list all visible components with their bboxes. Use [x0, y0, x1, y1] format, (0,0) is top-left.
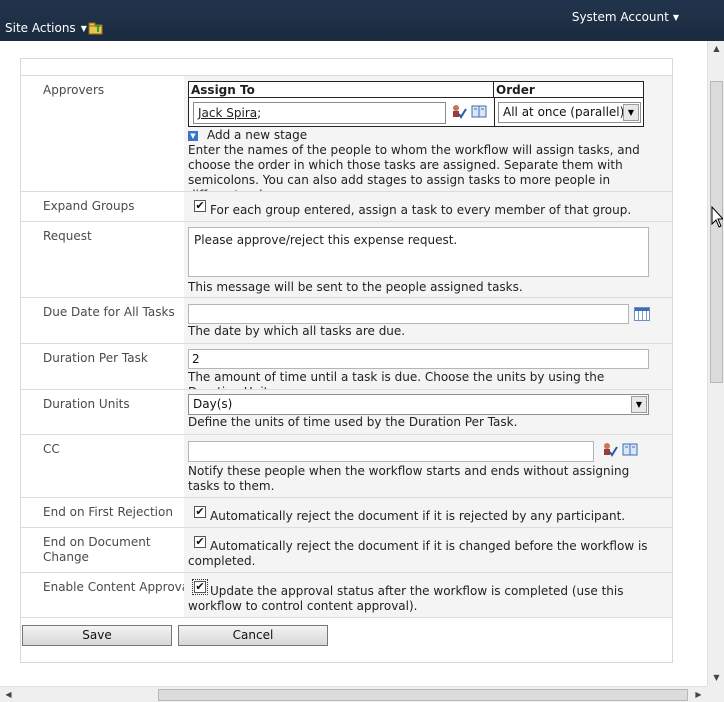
- assign-to-people-picker[interactable]: Jack Spira;: [193, 102, 446, 124]
- duration-units-value: Day(s): [193, 397, 233, 411]
- mouse-cursor-icon: [711, 206, 723, 228]
- vertical-scrollbar[interactable]: ▲ ▼: [707, 41, 724, 686]
- chevron-down-icon: ▼: [672, 13, 679, 22]
- request-description: This message will be sent to the people …: [188, 280, 523, 294]
- navigate-up-icon[interactable]: [88, 21, 104, 35]
- approvers-cell: Assign To Order Jack Spira; All at once …: [184, 76, 672, 202]
- calendar-icon[interactable]: [634, 307, 650, 321]
- check-names-icon[interactable]: [602, 442, 618, 458]
- duration-units-label: Duration Units: [43, 397, 130, 411]
- cc-people-picker[interactable]: [188, 441, 594, 462]
- cc-label: CC: [43, 442, 60, 456]
- scroll-down-icon[interactable]: ▼: [708, 673, 724, 682]
- expand-groups-label: Expand Groups: [43, 199, 135, 213]
- scroll-right-icon[interactable]: ▶: [690, 690, 707, 699]
- end-on-first-rejection-text: Automatically reject the document if it …: [210, 509, 626, 523]
- top-ribbon: Site Actions ▼ System Account ▼: [0, 0, 724, 41]
- due-date-input[interactable]: [188, 304, 629, 324]
- duration-units-description: Define the units of time used by the Dur…: [188, 415, 518, 429]
- request-label: Request: [43, 229, 92, 243]
- approvers-label: Approvers: [43, 83, 105, 97]
- due-date-row: Due Date for All Tasks The date by which…: [21, 297, 672, 343]
- duration-units-row: Duration Units Day(s) ▼ Define the units…: [21, 389, 672, 434]
- add-stage-icon: ▼: [188, 130, 198, 141]
- chevron-down-icon[interactable]: ▼: [623, 104, 639, 121]
- address-book-icon[interactable]: [622, 442, 638, 458]
- column-header-order: Order: [494, 82, 643, 98]
- request-row: Request Please approve/reject this expen…: [21, 221, 672, 297]
- order-select[interactable]: All at once (parallel) ▼: [498, 102, 641, 123]
- approvers-table: Assign To Order Jack Spira; All at once …: [188, 81, 644, 127]
- end-on-document-change-text: Automatically reject the document if it …: [188, 539, 648, 568]
- expand-groups-text: For each group entered, assign a task to…: [210, 203, 632, 217]
- chevron-down-icon[interactable]: ▼: [631, 396, 647, 413]
- check-names-icon[interactable]: [451, 104, 467, 120]
- scroll-left-icon[interactable]: ◀: [0, 690, 17, 699]
- expand-groups-row: Expand Groups ✔ For each group entered, …: [21, 191, 672, 221]
- chevron-down-icon: ▼: [80, 24, 87, 33]
- order-select-value: All at once (parallel): [503, 105, 625, 119]
- add-stage-link[interactable]: ▼ Add a new stage: [188, 128, 307, 142]
- enable-content-approval-row: Enable Content Approval ✔ Update the app…: [21, 572, 672, 617]
- end-on-first-rejection-checkbox[interactable]: ✔: [194, 506, 206, 518]
- scrollbar-corner: [707, 686, 724, 702]
- cc-row: CC Notify these people when the workflow…: [21, 434, 672, 497]
- site-actions-label: Site Actions: [5, 21, 76, 35]
- approvers-row: Approvers Assign To Order Jack Spira; Al…: [21, 75, 672, 202]
- end-on-first-rejection-row: End on First Rejection ✔ Automatically r…: [21, 497, 672, 527]
- workflow-form: Approvers Assign To Order Jack Spira; Al…: [20, 58, 673, 663]
- save-button[interactable]: Save: [22, 625, 172, 646]
- account-name: System Account: [571, 10, 669, 24]
- duration-per-task-label: Duration Per Task: [43, 351, 148, 365]
- column-header-assign-to: Assign To: [189, 82, 494, 98]
- address-book-icon[interactable]: [471, 104, 487, 120]
- due-date-label: Due Date for All Tasks: [43, 305, 175, 319]
- expand-groups-checkbox[interactable]: ✔: [194, 200, 206, 212]
- end-on-document-change-label: End on Document Change: [43, 535, 151, 564]
- site-actions-menu[interactable]: Site Actions ▼: [5, 21, 87, 35]
- end-on-first-rejection-label: End on First Rejection: [43, 505, 173, 519]
- assignee-separator: ;: [257, 106, 262, 120]
- horizontal-scrollbar[interactable]: ◀ ▶: [0, 686, 707, 702]
- enable-content-approval-label: Enable Content Approval: [43, 580, 193, 594]
- duration-per-task-input[interactable]: 2: [188, 349, 649, 369]
- cc-description: Notify these people when the workflow st…: [188, 464, 630, 493]
- cancel-button[interactable]: Cancel: [178, 625, 328, 646]
- account-menu[interactable]: System Account ▼: [572, 10, 679, 24]
- main-content: Approvers Assign To Order Jack Spira; Al…: [0, 41, 707, 686]
- assignee-name[interactable]: Jack Spira: [198, 106, 257, 120]
- end-on-document-change-row: End on Document Change ✔ Automatically r…: [21, 527, 672, 572]
- duration-per-task-row: Duration Per Task 2 The amount of time u…: [21, 343, 672, 399]
- buttons-row: Save Cancel: [21, 617, 672, 663]
- vertical-scroll-thumb[interactable]: [710, 81, 723, 383]
- duration-units-select[interactable]: Day(s) ▼: [188, 394, 649, 415]
- horizontal-scroll-thumb[interactable]: [158, 689, 688, 701]
- scroll-up-icon[interactable]: ▲: [708, 44, 724, 53]
- enable-content-approval-text: Update the approval status after the wor…: [188, 584, 624, 613]
- request-textarea[interactable]: Please approve/reject this expense reque…: [188, 227, 649, 277]
- due-date-description: The date by which all tasks are due.: [188, 324, 406, 338]
- add-stage-label[interactable]: Add a new stage: [207, 128, 307, 142]
